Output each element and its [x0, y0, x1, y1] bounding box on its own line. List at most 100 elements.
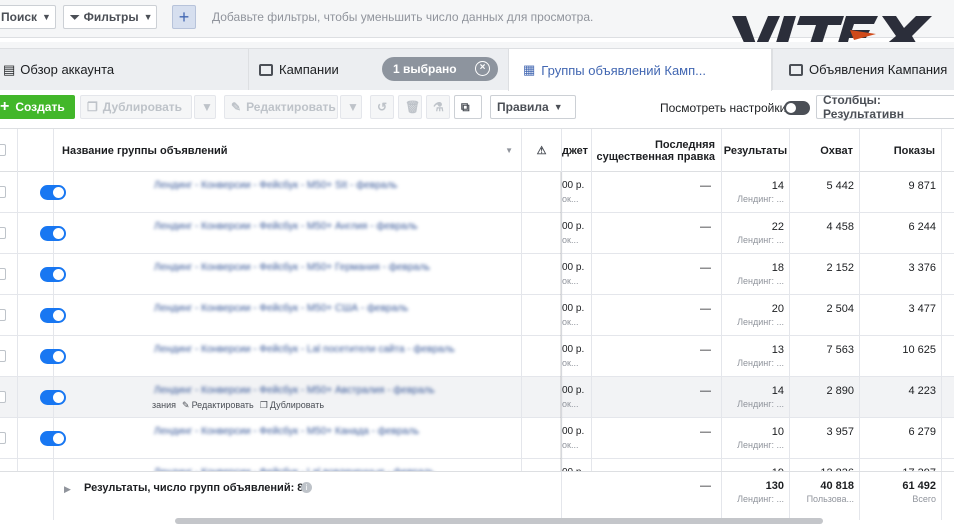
row-checkbox[interactable] — [0, 309, 6, 321]
budget-value: 00 р. — [562, 385, 585, 396]
table-row[interactable]: Лендинг - Конверсии - Фейсбук - Lal посе… — [0, 336, 954, 377]
test-button[interactable]: ⚗ — [426, 95, 450, 119]
row-toggle-cell — [18, 336, 66, 377]
column-label: Название группы объявлений — [62, 144, 228, 157]
folder-icon — [259, 63, 273, 76]
table-row[interactable]: Лендинг - Конверсии - Фейсбук - M50+ SIt… — [0, 172, 954, 213]
reach-cell: 3 957 — [790, 418, 860, 459]
tab-adsets[interactable]: ▦ Группы объявлений Камп... — [508, 48, 772, 91]
plus-icon: + — [178, 6, 190, 27]
filter-hint: Добавьте фильтры, чтобы уменьшить число … — [212, 10, 594, 24]
summary-reach: 40 818 Пользова... — [790, 472, 860, 520]
impressions-cell: 3 477 — [860, 295, 942, 336]
create-label: Создать — [15, 100, 65, 114]
row-checkbox[interactable] — [0, 268, 6, 280]
duplicate-dropdown[interactable]: ▼ — [194, 95, 216, 119]
undo-icon: ↺ — [377, 100, 388, 114]
tab-account-overview[interactable]: ▤ Обзор аккаунта — [0, 48, 251, 90]
table-row[interactable]: Лендинг - Конверсии - Фейсбук - M50+ Гер… — [0, 254, 954, 295]
filters-button[interactable]: ⏷ Фильтры ▼ — [63, 5, 157, 29]
row-checkbox[interactable] — [0, 227, 6, 239]
undo-button[interactable]: ↺ — [370, 95, 394, 119]
horizontal-scrollbar[interactable] — [175, 518, 823, 524]
clear-selection-icon[interactable]: × — [475, 61, 490, 76]
last-edit-cell: — — [592, 295, 722, 336]
results-cell: 14 Лендинг: ... — [722, 377, 790, 418]
impressions-cell: 9 871 — [860, 172, 942, 213]
preview-icon: ⧉ — [461, 99, 470, 114]
summary-last-edit-value: — — [700, 480, 711, 492]
summary-impressions-sub: Всего — [912, 494, 936, 504]
search-button[interactable]: Поиск ▼ — [0, 5, 56, 29]
edit-dropdown[interactable]: ▼ — [340, 95, 362, 119]
adset-name-cell: Лендинг - Конверсии - Фейсбук - M50+ США… — [54, 295, 522, 336]
tab-ads[interactable]: Объявления Кампания — [772, 48, 954, 90]
last-edit-cell: — — [592, 254, 722, 295]
rules-button[interactable]: Правила ▼ — [490, 95, 576, 119]
row-duplicate-link[interactable]: Дублировать — [270, 400, 324, 410]
view-settings-toggle[interactable] — [784, 101, 810, 115]
summary-results: 130 Лендинг: ... — [722, 472, 790, 520]
adset-name-link[interactable]: Лендинг - Конверсии - Фейсбук - M50+ Гер… — [154, 262, 430, 273]
create-button[interactable]: + Создать — [0, 95, 75, 119]
budget-sub: ок... — [562, 440, 579, 450]
budget-value: 00 р. — [562, 262, 585, 273]
table-row[interactable]: Лендинг - Конверсии - Фейсбук - M50+ Авс… — [0, 377, 954, 418]
column-header-results[interactable]: Результаты — [722, 129, 790, 172]
adset-name-link[interactable]: Лендинг - Конверсии - Фейсбук - M50+ Кан… — [154, 426, 419, 437]
adset-name-link[interactable]: Лендинг - Конверсии - Фейсбук - M50+ США… — [154, 303, 408, 314]
table-row[interactable]: Лендинг - Конверсии - Фейсбук - M50+ Кан… — [0, 418, 954, 459]
chevron-right-icon[interactable]: ▶ — [64, 484, 71, 495]
row-checkbox[interactable] — [0, 391, 6, 403]
columns-dropdown[interactable]: Столбцы: Результативн — [816, 93, 954, 121]
adset-name-link[interactable]: Лендинг - Конверсии - Фейсбук - M50+ SIt… — [154, 180, 397, 191]
adset-name-link[interactable]: Лендинг - Конверсии - Фейсбук - M50+ Авс… — [154, 385, 435, 396]
results-sub: Лендинг: ... — [737, 276, 784, 286]
column-header-reach[interactable]: Охват — [790, 129, 860, 172]
budget-cell: 00 р. ок... — [562, 254, 592, 295]
row-select-cell — [0, 213, 18, 254]
results-sub: Лендинг: ... — [737, 440, 784, 450]
column-header-last-edit[interactable]: Последняя существенная правка — [592, 129, 722, 172]
table-row[interactable]: Лендинг - Конверсии - Фейсбук - M50+ США… — [0, 295, 954, 336]
add-filter-button[interactable]: + — [172, 5, 196, 29]
reach-cell: 2 152 — [790, 254, 860, 295]
summary-results-sub: Лендинг: ... — [737, 494, 784, 504]
summary-impressions-value: 61 492 — [902, 480, 936, 492]
reach-cell: 7 563 — [790, 336, 860, 377]
chevron-down-icon: ▼ — [143, 12, 153, 22]
row-toggle-cell — [18, 172, 66, 213]
column-header-impressions[interactable]: Показы — [860, 129, 942, 172]
duplicate-icon: ❐ — [87, 100, 98, 114]
budget-value: 00 р. — [562, 344, 585, 355]
info-icon[interactable]: i — [301, 482, 312, 493]
results-value: 22 — [771, 221, 784, 233]
column-header-delivery[interactable]: ⚠ — [522, 129, 562, 172]
column-header-budget[interactable]: джет — [562, 129, 592, 172]
adset-name-cell: Лендинг - Конверсии - Фейсбук - M50+ Гер… — [54, 254, 522, 295]
adset-name-link[interactable]: Лендинг - Конверсии - Фейсбук - Lal посе… — [154, 344, 455, 355]
row-edit-link[interactable]: Редактировать — [192, 400, 254, 410]
selected-pill[interactable]: 1 выбрано × — [382, 57, 498, 81]
adset-name-link[interactable]: Лендинг - Конверсии - Фейсбук - M50+ Анг… — [154, 221, 418, 232]
row-checkbox[interactable] — [0, 350, 6, 362]
edit-button[interactable]: ✎ Редактировать — [224, 95, 338, 119]
select-all-checkbox[interactable] — [0, 144, 6, 156]
reach-cell: 4 458 — [790, 213, 860, 254]
column-header-name[interactable]: Название группы объявлений ▼ — [54, 129, 522, 172]
results-cell: 14 Лендинг: ... — [722, 172, 790, 213]
table-row[interactable]: Лендинг - Конверсии - Фейсбук - M50+ Анг… — [0, 213, 954, 254]
delivery-cell — [522, 172, 562, 213]
delivery-cell — [522, 254, 562, 295]
delete-button[interactable]: 🗑 — [398, 95, 422, 119]
row-actions: зания ✎ Редактировать ❐ Дублировать — [152, 400, 324, 411]
results-value: 10 — [771, 426, 784, 438]
last-edit-value: — — [700, 385, 711, 397]
impressions-value: 9 871 — [908, 180, 936, 192]
preview-button[interactable]: ⧉ — [454, 95, 482, 119]
row-checkbox[interactable] — [0, 432, 6, 444]
budget-value: 00 р. — [562, 303, 585, 314]
row-checkbox[interactable] — [0, 186, 6, 198]
duplicate-button[interactable]: ❐ Дублировать — [80, 95, 192, 119]
results-cell: 10 Лендинг: ... — [722, 418, 790, 459]
